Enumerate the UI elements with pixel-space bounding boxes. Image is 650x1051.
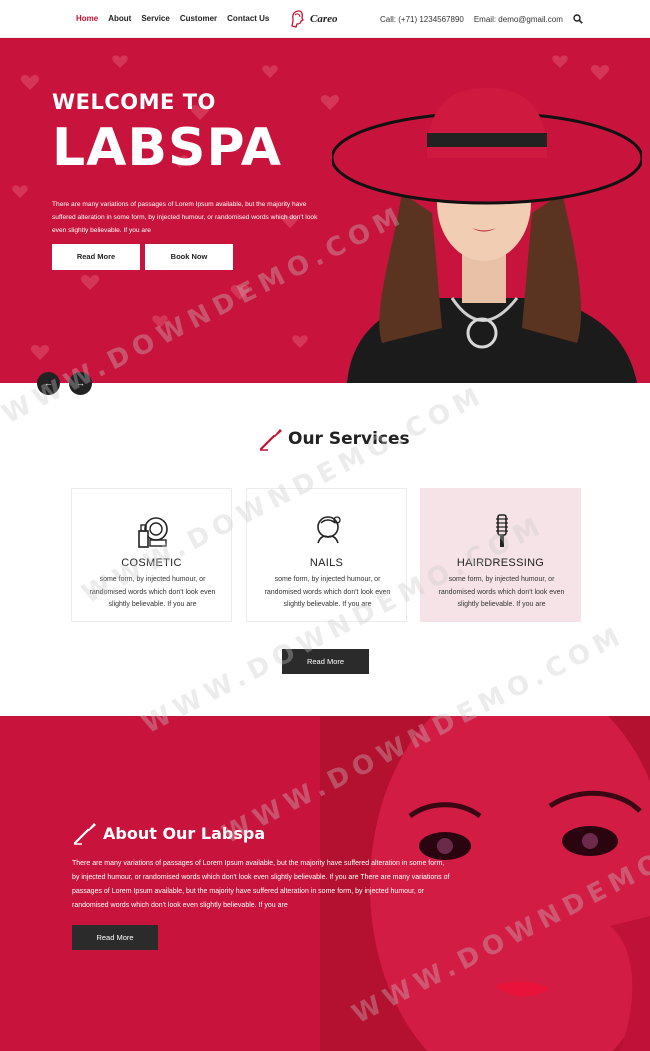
cosmetic-icon — [138, 517, 168, 548]
service-description: some form, by injected humour, or random… — [438, 576, 565, 608]
service-description: some form, by injected humour, or random… — [89, 576, 216, 608]
hero-description: There are many variations of passages of… — [52, 201, 318, 234]
hero-title-line2: LABSPA — [52, 118, 283, 178]
hero-title-line1: WELCOME TO — [52, 90, 216, 114]
nav-customer[interactable]: Customer — [180, 14, 217, 23]
makeup-brush-icon — [259, 429, 282, 451]
nav-home[interactable]: Home — [76, 14, 98, 23]
hero-banner: WELCOME TO LABSPA There are many variati… — [0, 38, 650, 383]
services-heading: Our Services — [258, 426, 410, 452]
services-title: Our Services — [288, 429, 410, 449]
services-read-more-button[interactable]: Read More — [282, 649, 369, 674]
service-card-hairdressing[interactable]: HAIRDRESSING some form, by injected humo… — [420, 488, 581, 622]
nav-contact-us[interactable]: Contact Us — [227, 14, 269, 23]
header-contact: Call: (+71) 1234567890 Email: demo@gmail… — [380, 14, 583, 24]
slider-prev-arrow-icon[interactable]: ← — [37, 372, 60, 395]
contact-call: Call: (+71) 1234567890 — [380, 14, 464, 24]
search-icon[interactable] — [573, 14, 583, 24]
service-card-cosmetic[interactable]: COSMETIC some form, by injected humour, … — [71, 488, 232, 622]
main-nav: Home About Service Customer Contact Us — [76, 14, 279, 23]
nav-about[interactable]: About — [108, 14, 131, 23]
logo[interactable]: Careo — [290, 10, 338, 28]
contact-email: Email: demo@gmail.com — [473, 14, 563, 24]
service-title: HAIRDRESSING — [456, 557, 545, 569]
hero-read-more-button[interactable]: Read More — [52, 244, 140, 270]
hero-book-now-button[interactable]: Book Now — [145, 244, 233, 270]
about-read-more-button[interactable]: Read More — [72, 925, 158, 950]
makeup-brush-icon — [73, 823, 96, 845]
about-heading: About Our Labspa — [72, 820, 265, 846]
hair-brush-icon — [496, 514, 508, 547]
service-title: NAILS — [309, 557, 344, 569]
slider-next-arrow-icon[interactable]: → — [69, 372, 92, 395]
about-description: There are many variations of passages of… — [72, 860, 450, 909]
service-card-nails[interactable]: NAILS some form, by injected humour, or … — [246, 488, 407, 622]
hero-woman-photo — [332, 88, 642, 383]
service-title: COSMETIC — [121, 557, 182, 569]
nav-service[interactable]: Service — [141, 14, 169, 23]
logo-text: Careo — [310, 13, 338, 25]
service-description: some form, by injected humour, or random… — [264, 576, 391, 608]
about-title: About Our Labspa — [103, 823, 266, 843]
site-header: Home About Service Customer Contact Us C… — [0, 0, 650, 38]
nails-icon — [317, 516, 341, 544]
logo-face-icon — [291, 10, 304, 28]
